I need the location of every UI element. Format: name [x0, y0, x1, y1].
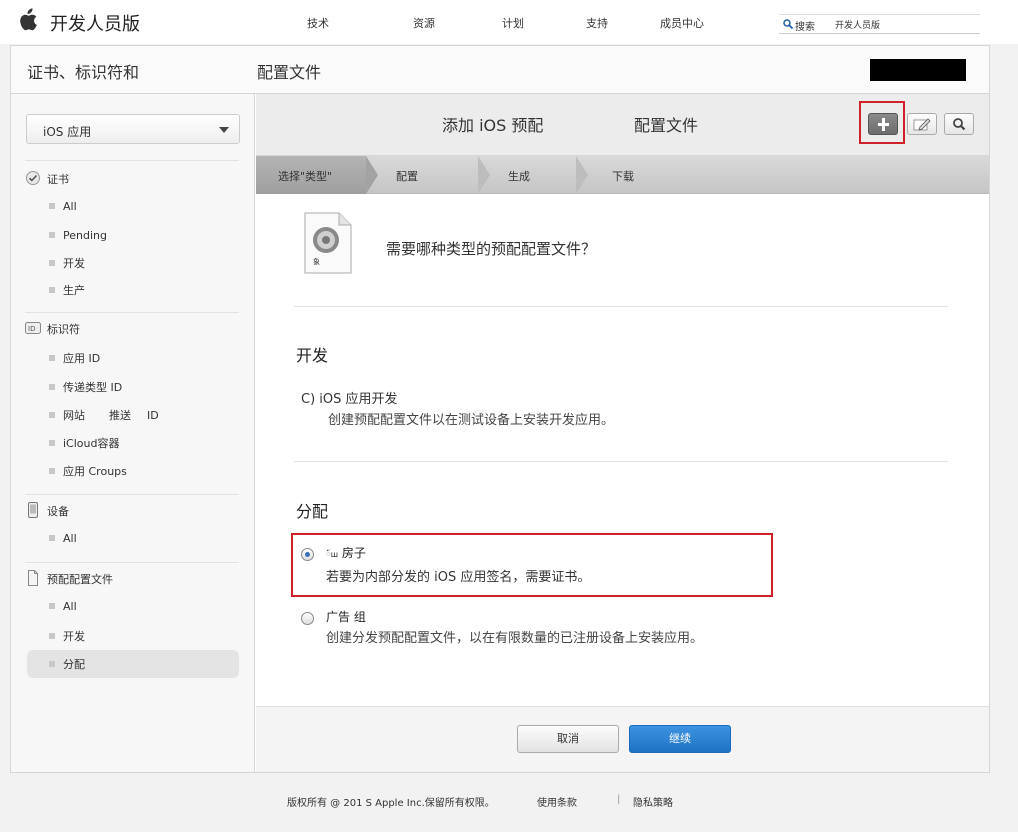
svg-text:ID: ID [28, 325, 35, 333]
id-icon: ID [25, 322, 41, 334]
page-footer: 版权所有 @ 201 S Apple Inc.保留所有权限。 使用条款 | 隐私… [0, 794, 1018, 809]
search-icon [783, 19, 793, 29]
sidebar-item-cert-production[interactable]: 生产 [49, 282, 85, 298]
search-button[interactable] [944, 113, 974, 135]
chevron-down-icon [219, 127, 229, 133]
nav-item-support[interactable]: 支持 [586, 15, 608, 31]
section-heading-distribution: 分配 [296, 502, 329, 521]
wizard-steps: 选择"类型" 配置 生成 下载 [256, 156, 989, 194]
certificate-icon [26, 171, 40, 185]
sidebar-item-devices-all[interactable]: All [49, 532, 77, 545]
copyright-text: 版权所有 @ 201 S Apple Inc.保留所有权限。 [287, 798, 495, 809]
content-title: 添加 iOS 预配 [442, 116, 544, 135]
search-input[interactable] [835, 17, 975, 31]
page-title-suffix: 配置文件 [257, 63, 322, 82]
sidebar-item-cert-pending[interactable]: Pending [49, 229, 107, 242]
page-title: 证书、标识符和 [27, 63, 140, 82]
footer-separator: | [617, 794, 621, 805]
main-panel: 证书、标识符和 配置文件 iOS 应用 证书 All Pending 开发 生产… [10, 45, 990, 773]
highlight-box-add [859, 101, 905, 144]
sidebar-item-app-ids[interactable]: 应用 ID [49, 350, 100, 366]
content-title-suffix: 配置文件 [634, 116, 699, 135]
page-header: 证书、标识符和 配置文件 [11, 46, 989, 94]
radio-ad-hoc[interactable] [301, 612, 314, 625]
search-label: 搜索 [795, 22, 815, 33]
divider [25, 494, 239, 495]
sidebar-item-cert-all[interactable]: All [49, 200, 77, 213]
divider [25, 562, 239, 563]
sidebar-item-website-push-ids[interactable]: 网站 推送 ID [49, 407, 159, 423]
nav-item-member-center[interactable]: 成员中心 [660, 15, 704, 31]
option-ad-hoc-title: 广告 组 [326, 610, 366, 624]
profile-icon [28, 570, 38, 586]
question-text: 需要哪种类型的预配配置文件？ [386, 240, 597, 258]
privacy-link[interactable]: 隐私策略 [633, 794, 673, 809]
pencil-icon [913, 118, 931, 131]
option-ios-app-development-desc: 创建预配配置文件以在测试设备上安装开发应用。 [328, 413, 615, 428]
sidebar-item-app-groups[interactable]: 应用 Croups [49, 463, 127, 479]
step-chevron [366, 156, 378, 194]
sidebar-item-pass-type-ids[interactable]: 传递类型 ID [49, 379, 122, 395]
divider [294, 461, 948, 462]
step-chevron [478, 156, 490, 194]
section-heading-development: 开发 [296, 346, 329, 365]
account-menu[interactable] [870, 59, 966, 81]
content-area: 添加 iOS 预配 配置文件 选择"类型" 配置 生成 下载 象 需要哪种类型的… [256, 94, 989, 772]
profile-document-icon: 象 [304, 212, 352, 274]
content-toolbar: 添加 iOS 预配 配置文件 [256, 94, 989, 156]
option-ad-hoc-desc: 创建分发预配配置文件，以在有限数量的已注册设备上安装应用。 [326, 631, 704, 646]
terms-link[interactable]: 使用条款 [537, 794, 577, 809]
global-nav: 开发人员版 技术 资源 计划 支持 成员中心 搜索 [0, 0, 1018, 44]
sidebar-item-profiles-distribution[interactable]: 分配 [49, 656, 85, 672]
device-icon [28, 502, 38, 518]
divider [25, 160, 239, 161]
cancel-button[interactable]: 取消 [517, 725, 619, 753]
sidebar-item-profiles-all[interactable]: All [49, 600, 77, 613]
nav-item-resources[interactable]: 资源 [413, 15, 435, 31]
sidebar: iOS 应用 证书 All Pending 开发 生产 ID 标识符 应用 ID… [11, 94, 255, 772]
highlight-box-in-house [291, 533, 773, 597]
continue-button[interactable]: 继续 [629, 725, 731, 753]
search-icon [953, 118, 966, 131]
nav-item-tech[interactable]: 技术 [307, 15, 329, 31]
global-search[interactable]: 搜索 [779, 14, 980, 34]
edit-button[interactable] [907, 113, 937, 135]
sidebar-item-cert-development[interactable]: 开发 [49, 255, 85, 271]
brand-title[interactable]: 开发人员版 [50, 10, 140, 36]
step-chevron [576, 156, 588, 194]
sidebar-item-icloud-containers[interactable]: iCloud容器 [49, 435, 119, 451]
sidebar-item-profiles-development[interactable]: 开发 [49, 628, 85, 644]
divider [25, 312, 239, 313]
action-bar: 取消 继续 [256, 706, 989, 772]
divider [294, 306, 948, 307]
platform-select[interactable]: iOS 应用 [26, 114, 240, 144]
svg-text:象: 象 [313, 257, 320, 266]
option-ios-app-development[interactable]: C) iOS 应用开发 [301, 388, 398, 407]
platform-select-value: iOS 应用 [43, 125, 92, 139]
apple-logo-icon[interactable] [16, 8, 38, 32]
nav-item-programs[interactable]: 计划 [502, 15, 524, 31]
